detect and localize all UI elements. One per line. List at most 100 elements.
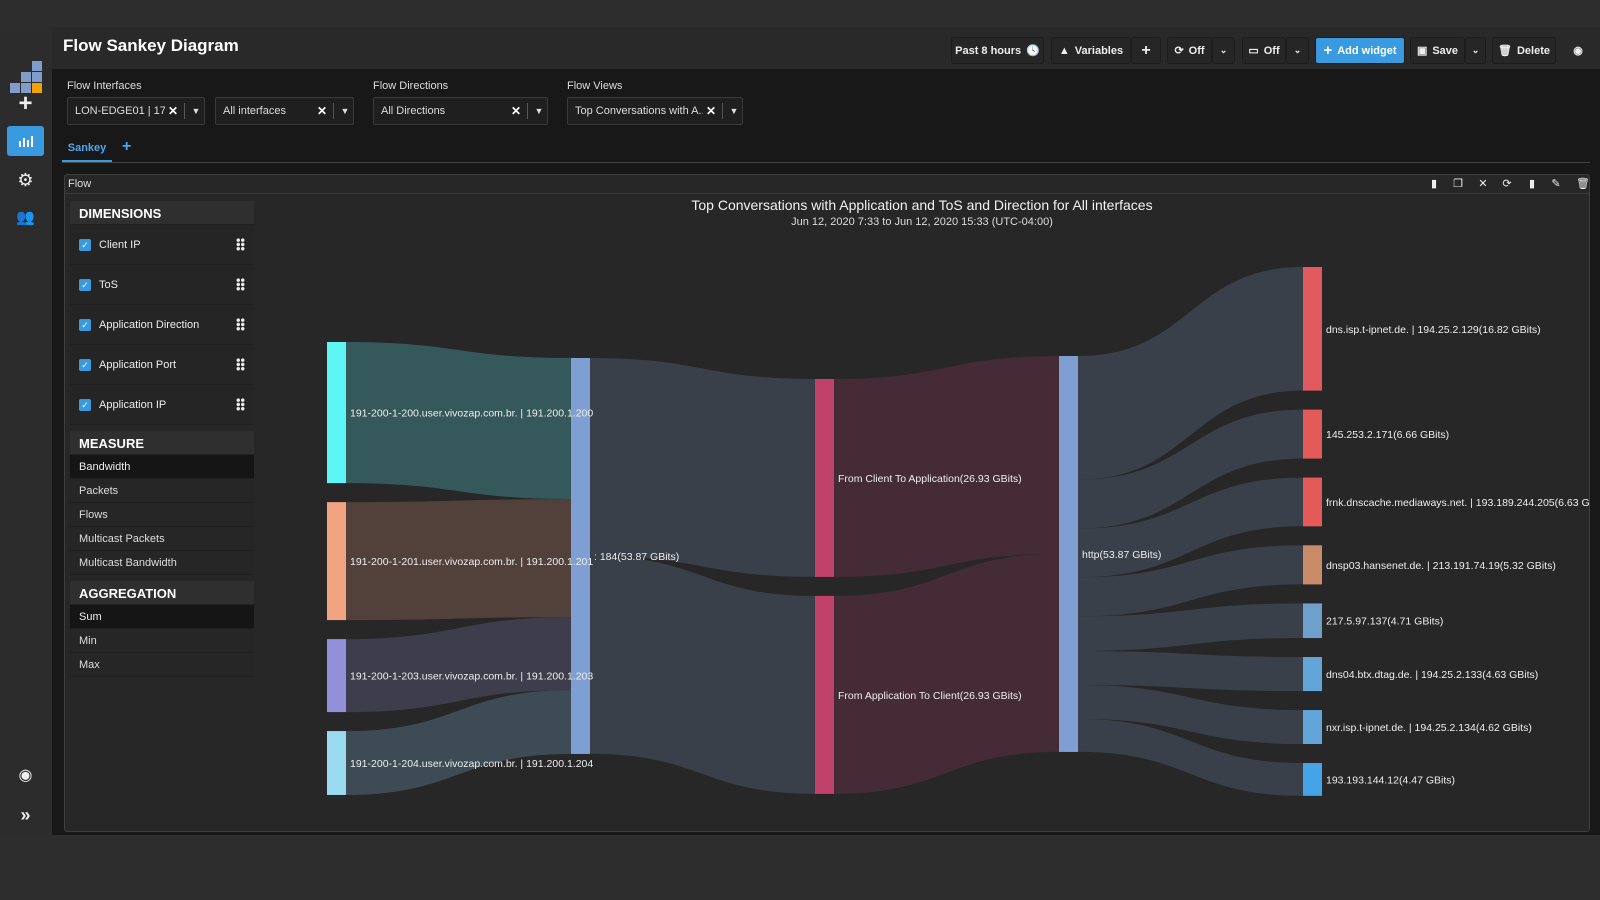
checkbox-checked-icon[interactable]: ✓ <box>79 278 91 291</box>
users-icon[interactable]: 👥 <box>7 202 44 232</box>
sankey-node[interactable] <box>1303 710 1322 745</box>
drag-handle-icon[interactable] <box>236 318 245 331</box>
sankey-node[interactable] <box>327 342 346 484</box>
variables-button[interactable]: ▲ Variables <box>1051 37 1131 64</box>
dimension-item[interactable]: ✓ ToS <box>70 265 254 305</box>
refresh-button[interactable]: ⟳ Off <box>1167 37 1212 64</box>
chevrons-right-icon[interactable]: » <box>7 800 44 830</box>
sidebar: + ⚙ 👥 ◉ » <box>0 27 52 835</box>
page-title: Flow Sankey Diagram <box>63 36 239 55</box>
sankey-link[interactable] <box>1078 651 1303 692</box>
sankey-node[interactable] <box>1303 267 1322 391</box>
sankey-node[interactable] <box>327 731 346 795</box>
export-icon[interactable]: ▮ <box>1427 177 1441 191</box>
time-range-button[interactable]: Past 8 hours 🕓 <box>951 37 1044 64</box>
display-dropdown[interactable]: ⌄ <box>1286 37 1309 64</box>
direction-select[interactable]: All Directions ✕ ▼ <box>373 97 548 125</box>
refresh-icon[interactable]: ⟳ <box>1500 177 1514 191</box>
eye-icon[interactable]: ◉ <box>1564 37 1592 64</box>
edit-icon[interactable]: ✎ <box>1549 177 1563 191</box>
add-widget-button[interactable]: + Add widget <box>1315 37 1405 64</box>
dimension-label: Application IP <box>99 398 167 411</box>
dimension-item[interactable]: ✓ Application Port <box>70 345 254 385</box>
aggregation-option[interactable]: Max <box>70 653 254 677</box>
close-icon[interactable]: ✕ <box>508 104 524 118</box>
chevron-down-icon[interactable]: ▼ <box>337 106 353 116</box>
close-icon[interactable]: ✕ <box>165 104 181 118</box>
checkbox-checked-icon[interactable]: ✓ <box>79 318 91 331</box>
sankey-link[interactable] <box>834 553 1059 794</box>
trash-icon[interactable]: 🗑 <box>1576 177 1589 191</box>
sankey-node-label: 145.253.2.171(6.66 GBits) <box>1326 429 1449 441</box>
sankey-node[interactable] <box>815 595 834 794</box>
interface-select[interactable]: All interfaces ✕ ▼ <box>215 97 354 125</box>
user-circle-icon[interactable]: ◉ <box>7 760 44 790</box>
close-icon[interactable]: ✕ <box>703 104 719 118</box>
select-value: All interfaces <box>223 105 286 117</box>
gears-icon[interactable]: ⚙ <box>7 165 44 195</box>
widget-header: Flow ▮ ❐ ✕ ⟳ ▮ ✎ 🗑 <box>65 175 1589 194</box>
save-label: Save <box>1432 44 1459 57</box>
sankey-link[interactable] <box>346 342 571 500</box>
aggregation-option[interactable]: Min <box>70 629 254 653</box>
sankey-link[interactable] <box>590 358 815 577</box>
chevron-down-icon[interactable]: ▼ <box>531 106 547 116</box>
sankey-link[interactable] <box>834 356 1059 577</box>
clock-icon: 🕓 <box>1026 45 1040 57</box>
delete-button[interactable]: 🗑 Delete <box>1492 37 1556 64</box>
measure-option[interactable]: Bandwidth <box>70 455 254 479</box>
display-button[interactable]: ▭ Off <box>1242 37 1286 64</box>
sankey-node[interactable] <box>1303 409 1322 459</box>
tab-sankey[interactable]: Sankey <box>62 142 112 162</box>
sankey-node[interactable] <box>1303 545 1322 585</box>
dimension-item[interactable]: ✓ Client IP <box>70 225 254 265</box>
sankey-node[interactable] <box>1059 356 1078 752</box>
measure-option[interactable]: Multicast Bandwidth <box>70 551 254 575</box>
sankey-node-label: 191-200-1-203.user.vivozap.com.br. | 191… <box>350 671 593 683</box>
select-value: All Directions <box>381 105 446 117</box>
sankey-node[interactable] <box>327 502 346 621</box>
copy-icon[interactable]: ❐ <box>1451 177 1465 191</box>
checkbox-checked-icon[interactable]: ✓ <box>79 398 91 411</box>
measure-option[interactable]: Packets <box>70 479 254 503</box>
close-icon[interactable]: ✕ <box>314 104 330 118</box>
dimension-item[interactable]: ✓ Application IP <box>70 385 254 425</box>
sankey-node[interactable] <box>815 379 834 577</box>
view-select[interactable]: Top Conversations with A... ✕ ▼ <box>567 97 743 125</box>
sankey-node[interactable] <box>1303 477 1322 527</box>
sankey-node[interactable] <box>1303 657 1322 692</box>
measure-option[interactable]: Flows <box>70 503 254 527</box>
download-icon[interactable]: ▮ <box>1525 177 1539 191</box>
sankey-node[interactable] <box>327 639 346 713</box>
checkbox-checked-icon[interactable]: ✓ <box>79 358 91 371</box>
sankey-node[interactable] <box>1303 763 1322 796</box>
chevron-down-icon[interactable]: ▼ <box>726 106 742 116</box>
sankey-link[interactable] <box>590 555 815 794</box>
add-variable-button[interactable]: + <box>1131 37 1161 64</box>
drag-handle-icon[interactable] <box>236 398 245 411</box>
checkbox-checked-icon[interactable]: ✓ <box>79 238 91 251</box>
interface-device-select[interactable]: LON-EDGE01 | 17...✕ ▼ <box>67 97 205 125</box>
refresh-dropdown[interactable]: ⌄ <box>1212 37 1235 64</box>
save-dropdown[interactable]: ⌄ <box>1465 37 1486 64</box>
chevron-down-icon[interactable]: ▼ <box>188 106 204 116</box>
sankey-node-label: : 184(53.87 GBits) <box>594 551 679 563</box>
select-value: LON-EDGE01 | 17... <box>75 105 165 117</box>
refresh-label: Off <box>1188 44 1205 57</box>
sankey-node[interactable] <box>1303 603 1322 639</box>
aggregation-option[interactable]: Sum <box>70 605 254 629</box>
drag-handle-icon[interactable] <box>236 278 245 291</box>
flow-views-label: Flow Views <box>567 80 623 92</box>
dimension-item[interactable]: ✓ Application Direction <box>70 305 254 345</box>
add-tab-button[interactable]: + <box>122 138 131 156</box>
aggregation-header: AGGREGATION <box>70 581 254 605</box>
sankey-node-label: dnsp03.hansenet.de. | 213.191.74.19(5.32… <box>1326 560 1556 572</box>
save-button[interactable]: ▣ Save <box>1410 37 1465 64</box>
drag-handle-icon[interactable] <box>236 238 245 251</box>
expand-icon[interactable]: ✕ <box>1476 177 1490 191</box>
drag-handle-icon[interactable] <box>236 358 245 371</box>
flow-widget: 191-200-1-200.user.vivozap.com.br. | 191… <box>64 174 1590 832</box>
plus-icon[interactable]: + <box>7 89 44 119</box>
measure-option[interactable]: Multicast Packets <box>70 527 254 551</box>
chart-icon[interactable] <box>7 126 44 156</box>
